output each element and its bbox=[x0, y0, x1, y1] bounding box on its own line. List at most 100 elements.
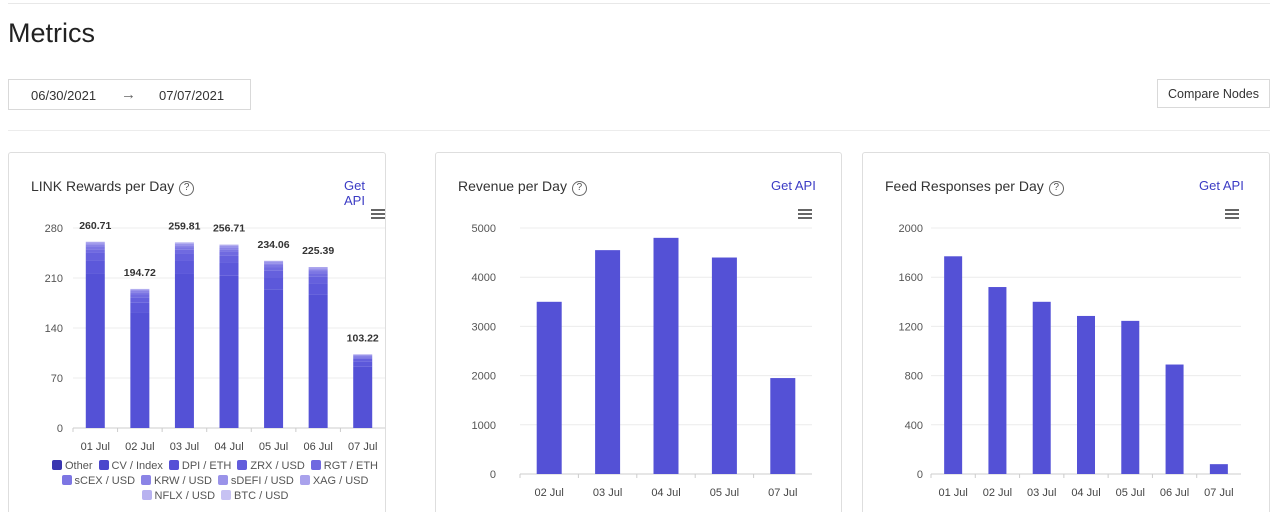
x-tick-label: 01 Jul bbox=[938, 487, 967, 499]
bar-segment bbox=[308, 268, 328, 270]
y-tick-label: 0 bbox=[917, 469, 923, 481]
y-tick-label: 800 bbox=[905, 371, 923, 383]
legend-label: NFLX / USD bbox=[154, 490, 216, 502]
legend-swatch bbox=[61, 475, 72, 485]
bar-segment bbox=[353, 354, 373, 355]
compare-nodes-button[interactable]: Compare Nodes bbox=[1157, 79, 1270, 108]
legend-item[interactable]: Other bbox=[52, 459, 93, 474]
bar bbox=[653, 237, 679, 474]
legend-label: ZRX / USD bbox=[250, 460, 305, 472]
x-tick-label: 02 Jul bbox=[125, 441, 154, 453]
data-label: 234.06 bbox=[258, 239, 290, 251]
bar-segment bbox=[130, 302, 150, 313]
legend-swatch bbox=[141, 475, 152, 485]
feed-responses-card: Feed Responses per Day? Get API 0 400 800 1… bbox=[862, 152, 1270, 512]
x-tick-label: 02 Jul bbox=[535, 487, 564, 499]
stacked-bar bbox=[219, 244, 239, 428]
y-tick-label: 1200 bbox=[899, 321, 923, 333]
x-tick-label: 05 Jul bbox=[259, 441, 288, 453]
bar-segment bbox=[85, 252, 105, 261]
start-date[interactable]: 06/30/2021 bbox=[31, 88, 96, 103]
bar-segment bbox=[264, 277, 284, 290]
end-date[interactable]: 07/07/2021 bbox=[159, 88, 224, 103]
legend-item[interactable]: RGT / ETH bbox=[310, 459, 378, 474]
bar-segment bbox=[85, 273, 105, 428]
bar-segment bbox=[353, 358, 373, 362]
x-tick-label: 02 Jul bbox=[983, 487, 1012, 499]
x-tick-label: 07 Jul bbox=[348, 441, 377, 453]
bar bbox=[536, 301, 562, 474]
legend-item[interactable]: NFLX / USD bbox=[141, 489, 216, 504]
bar-segment bbox=[219, 262, 239, 276]
bar-segment bbox=[85, 244, 105, 247]
legend-label: CV / Index bbox=[111, 460, 163, 472]
x-tick-label: 07 Jul bbox=[768, 487, 797, 499]
bar-segment bbox=[308, 276, 328, 284]
stacked-bar bbox=[130, 288, 150, 428]
y-tick-label: 210 bbox=[45, 273, 63, 285]
y-tick-label: 0 bbox=[57, 423, 63, 435]
bar-segment bbox=[130, 292, 150, 295]
bar-segment bbox=[174, 245, 194, 248]
legend-swatch bbox=[310, 460, 321, 470]
data-label: 260.71 bbox=[79, 220, 111, 232]
bar bbox=[988, 287, 1007, 474]
legend-label: sDEFI / USD bbox=[230, 475, 294, 487]
bar-segment bbox=[264, 263, 284, 265]
legend-label: XAG / USD bbox=[312, 475, 369, 487]
bar-segment bbox=[264, 289, 284, 428]
legend-label: sCEX / USD bbox=[74, 475, 136, 487]
bar bbox=[595, 250, 621, 474]
data-label: 194.72 bbox=[124, 267, 156, 279]
legend-swatch bbox=[141, 490, 152, 500]
bar-segment bbox=[308, 271, 328, 274]
legend-item[interactable]: ZRX / USD bbox=[237, 459, 305, 474]
bar-segment bbox=[308, 283, 328, 295]
x-tick-label: 01 Jul bbox=[81, 441, 110, 453]
bar-segment bbox=[308, 273, 328, 277]
bar-segment bbox=[85, 260, 105, 274]
y-tick-label: 280 bbox=[45, 223, 63, 235]
bar-segment bbox=[353, 356, 373, 358]
x-tick-label: 05 Jul bbox=[1116, 487, 1145, 499]
stacked-bar bbox=[308, 267, 328, 428]
legend-item[interactable]: CV / Index bbox=[98, 459, 163, 474]
legend-swatch bbox=[299, 475, 310, 485]
bar bbox=[1121, 320, 1140, 474]
bar-segment bbox=[264, 260, 284, 262]
legend-item[interactable]: sDEFI / USD bbox=[217, 474, 294, 489]
legend-label: RGT / ETH bbox=[323, 460, 378, 472]
date-range-picker[interactable]: 06/30/2021 → 07/07/2021 bbox=[8, 79, 251, 110]
bar bbox=[711, 257, 737, 474]
link-rewards-chart: 0 70 140 210 280 260.71 01 Jul 194.72 02 Jul 259.… bbox=[45, 220, 385, 453]
legend-item[interactable]: KRW / USD bbox=[141, 474, 212, 489]
bar-segment bbox=[353, 355, 373, 357]
bar bbox=[770, 378, 796, 474]
legend-item[interactable]: DPI / ETH bbox=[168, 459, 232, 474]
bar bbox=[1165, 364, 1184, 474]
bar bbox=[1209, 464, 1228, 474]
y-tick-label: 4000 bbox=[472, 272, 496, 284]
feed-responses-chart: 0 400 800 1200 1600 2000 01 Jul 02 Jul 03 Jul 04 … bbox=[899, 223, 1241, 499]
bar-segment bbox=[308, 269, 328, 272]
bar-segment bbox=[264, 267, 284, 271]
legend-label: Other bbox=[65, 460, 93, 472]
bar-segment bbox=[264, 264, 284, 268]
bar-segment bbox=[85, 243, 105, 245]
stacked-bar bbox=[353, 354, 373, 428]
bar-segment bbox=[174, 247, 194, 250]
y-tick-label: 70 bbox=[51, 373, 63, 385]
legend-item[interactable]: BTC / USD bbox=[221, 489, 288, 504]
section-divider bbox=[8, 130, 1270, 131]
y-tick-label: 3000 bbox=[472, 321, 496, 333]
legend-item[interactable]: XAG / USD bbox=[299, 474, 369, 489]
revenue-card: Revenue per Day? Get API 0 1000 2000 3000 40… bbox=[435, 152, 842, 512]
x-tick-label: 05 Jul bbox=[710, 487, 739, 499]
legend-item[interactable]: sCEX / USD bbox=[61, 474, 136, 489]
bar-segment bbox=[130, 291, 150, 293]
bar-segment bbox=[130, 297, 150, 303]
bar-segment bbox=[219, 245, 239, 248]
legend-label: DPI / ETH bbox=[181, 460, 232, 472]
y-tick-label: 5000 bbox=[472, 223, 496, 235]
data-label: 259.81 bbox=[168, 220, 200, 232]
